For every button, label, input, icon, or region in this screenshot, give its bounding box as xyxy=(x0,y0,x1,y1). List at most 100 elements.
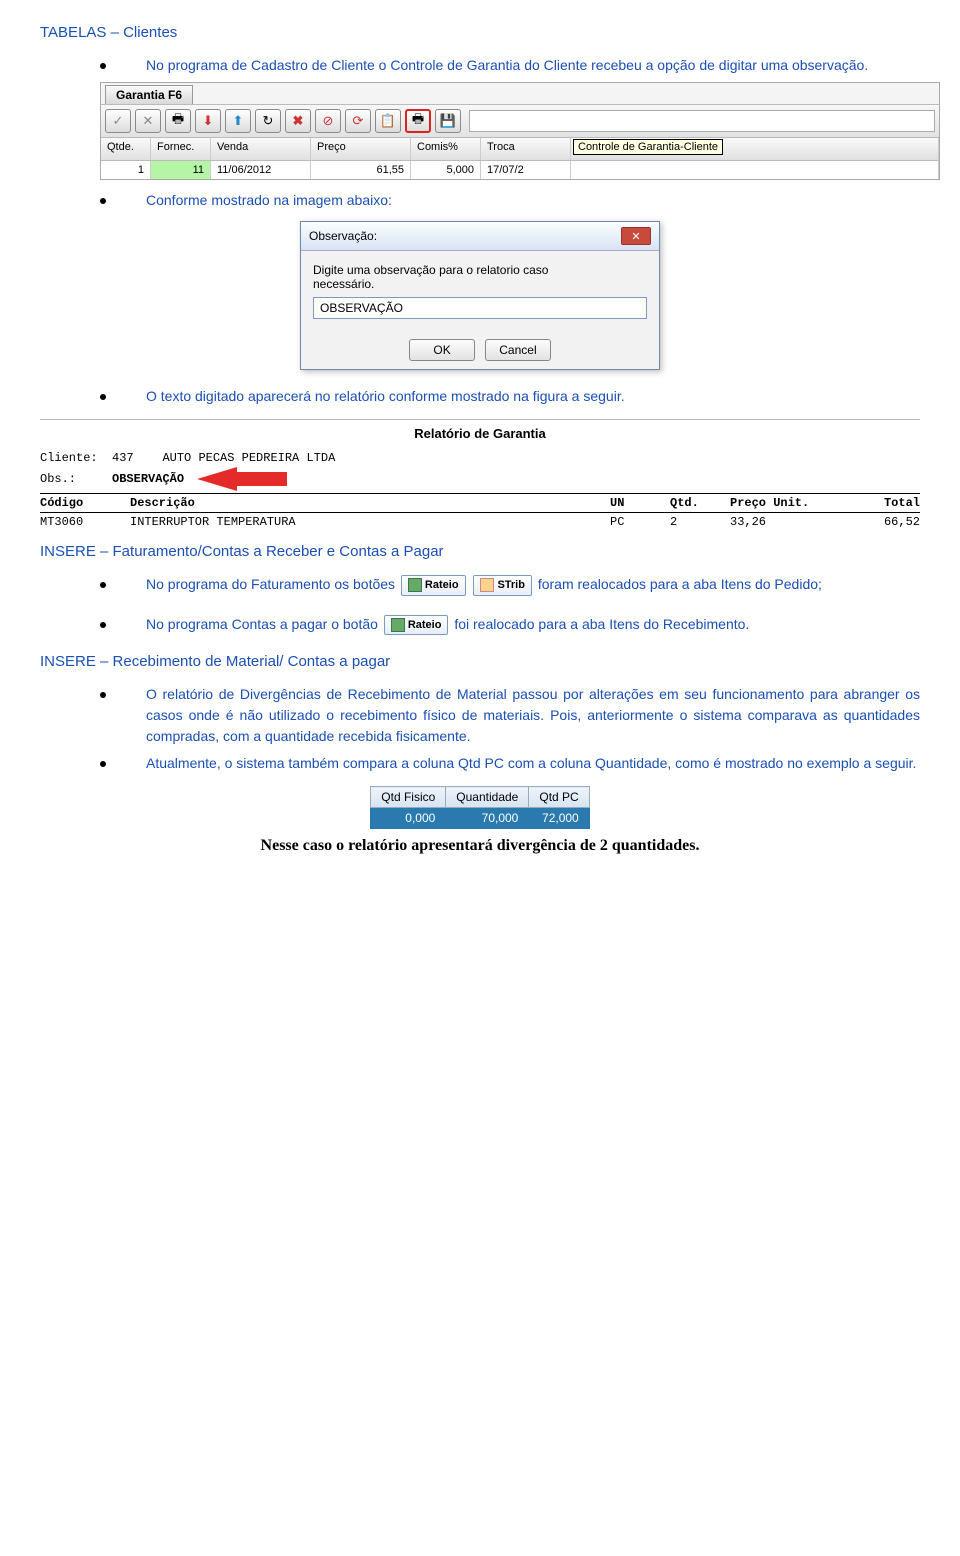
grid-row-1[interactable]: 1 11 11/06/2012 61,55 5,000 17/07/2 xyxy=(101,161,939,179)
b4b: foram realocados para a aba Itens do Ped… xyxy=(538,576,822,592)
save-disk-icon[interactable]: 💾 xyxy=(435,109,461,133)
report-row-1: MT3060 INTERRUPTOR TEMPERATURA PC 2 33,2… xyxy=(40,515,920,529)
cancel-button[interactable]: Cancel xyxy=(485,339,551,361)
cell-preco: 61,55 xyxy=(311,161,411,179)
b5b: foi realocado para a aba Itens do Recebi… xyxy=(454,616,749,632)
col-tooltip-area: Controle de Garantia-Cliente xyxy=(571,138,939,160)
separator xyxy=(40,419,920,420)
bullet-dot xyxy=(100,63,106,69)
cell-qtde: 1 xyxy=(101,161,151,179)
client-id: 437 xyxy=(112,451,134,465)
rd-qtd: 2 xyxy=(670,515,730,529)
dialog-title-text: Observação: xyxy=(309,229,377,243)
dialog-msg-2: necessário. xyxy=(313,277,647,291)
toolbar-row: ✓ ✕ 🖶 ⬇ ⬆ ↻ ✖ ⊘ ⟳ 📋 🖶 💾 xyxy=(101,104,939,137)
qv-quant: 70,000 xyxy=(446,808,529,829)
obs-value: OBSERVAÇÃO xyxy=(112,472,184,486)
print2-icon[interactable]: 🖶 xyxy=(405,109,431,133)
reload-icon[interactable]: ⟳ xyxy=(345,109,371,133)
report-hr xyxy=(40,493,920,494)
delete-x-icon[interactable]: ✖ xyxy=(285,109,311,133)
bullet-dot xyxy=(100,622,106,628)
col-preco: Preço xyxy=(311,138,411,160)
report-hr xyxy=(40,512,920,513)
dialog-observacao: Observação: ✕ Digite uma observação para… xyxy=(300,221,660,370)
qv-fisico: 0,000 xyxy=(371,808,446,829)
rateio-button[interactable]: Rateio xyxy=(401,575,466,596)
forbid-icon[interactable]: ⊘ xyxy=(315,109,341,133)
report-obs-line: Obs.: OBSERVAÇÃO xyxy=(40,467,920,491)
bullet-2: Conforme mostrado na imagem abaixo: xyxy=(100,190,920,211)
dialog-buttons: OK Cancel xyxy=(301,331,659,369)
rh-qtd: Qtd. xyxy=(670,496,730,510)
cell-rest xyxy=(571,161,939,179)
strib-button[interactable]: STrib xyxy=(473,575,532,596)
qty-table: Qtd Fisico Quantidade Qtd PC 0,000 70,00… xyxy=(370,786,589,829)
bullet-7-text: Atualmente, o sistema também compara a c… xyxy=(146,753,916,774)
qty-row[interactable]: 0,000 70,000 72,000 xyxy=(371,808,589,829)
cell-fornec: 11 xyxy=(151,161,211,179)
report-title: Relatório de Garantia xyxy=(40,426,920,441)
refresh-icon[interactable]: ↻ xyxy=(255,109,281,133)
rd-desc: INTERRUPTOR TEMPERATURA xyxy=(130,515,610,529)
obs-label: Obs.: xyxy=(40,472,76,486)
qh-quant: Quantidade xyxy=(446,787,529,808)
clipboard-icon[interactable]: 📋 xyxy=(375,109,401,133)
arrow-tail xyxy=(237,472,287,486)
qv-pc: 72,000 xyxy=(529,808,589,829)
printer-icon[interactable]: 🖶 xyxy=(165,109,191,133)
grid-header: Qtde. Fornec. Venda Preço Comis% Troca C… xyxy=(101,137,939,161)
col-fornec: Fornec. xyxy=(151,138,211,160)
footer-note: Nesse caso o relatório apresentará diver… xyxy=(40,837,920,855)
cell-comis: 5,000 xyxy=(411,161,481,179)
qh-pc: Qtd PC xyxy=(529,787,589,808)
section-heading-insere-fat: INSERE – Faturamento/Contas a Receber e … xyxy=(40,543,920,560)
bullet-7: Atualmente, o sistema também compara a c… xyxy=(100,753,920,774)
rateio-button-2[interactable]: Rateio xyxy=(384,615,449,636)
rh-cod: Código xyxy=(40,496,130,510)
bullet-dot xyxy=(100,761,106,767)
bullet-dot xyxy=(100,582,106,588)
cell-venda: 11/06/2012 xyxy=(211,161,311,179)
arrow-red-icon xyxy=(197,467,237,491)
rd-cod: MT3060 xyxy=(40,515,130,529)
bullet-dot xyxy=(100,692,106,698)
col-comis: Comis% xyxy=(411,138,481,160)
bullet-6-text: O relatório de Divergências de Recebimen… xyxy=(146,684,920,747)
toolbar-search-input[interactable] xyxy=(469,110,935,132)
col-qtde: Qtde. xyxy=(101,138,151,160)
rh-desc: Descrição xyxy=(130,496,610,510)
bullet-4: No programa do Faturamento os botões Rat… xyxy=(100,574,920,596)
report-client-line: Cliente: 437 AUTO PECAS PEDREIRA LTDA xyxy=(40,451,920,465)
bullet-1: No programa de Cadastro de Cliente o Con… xyxy=(100,55,920,76)
client-name: AUTO PECAS PEDREIRA LTDA xyxy=(162,451,335,465)
observation-input[interactable] xyxy=(313,297,647,319)
report-columns: Código Descrição UN Qtd. Preço Unit. Tot… xyxy=(40,496,920,510)
bullet-2-text: Conforme mostrado na imagem abaixo: xyxy=(146,190,392,211)
tooltip-garantia: Controle de Garantia-Cliente xyxy=(573,139,723,155)
ok-button[interactable]: OK xyxy=(409,339,475,361)
b5a: No programa Contas a pagar o botão xyxy=(146,616,382,632)
app-toolbar-screenshot: Garantia F6 ✓ ✕ 🖶 ⬇ ⬆ ↻ ✖ ⊘ ⟳ 📋 🖶 💾 Qtde… xyxy=(100,82,940,180)
close-icon[interactable]: ✕ xyxy=(621,227,651,245)
bullet-1-text: No programa de Cadastro de Cliente o Con… xyxy=(146,55,868,76)
bullet-3-text: O texto digitado aparecerá no relatório … xyxy=(146,386,625,407)
tab-garantia[interactable]: Garantia F6 xyxy=(105,85,193,104)
bullet-dot xyxy=(100,394,106,400)
bullet-5-text: No programa Contas a pagar o botão Ratei… xyxy=(146,614,749,636)
rd-pu: 33,26 xyxy=(730,515,840,529)
rd-tot: 66,52 xyxy=(840,515,920,529)
export-up-icon[interactable]: ⬆ xyxy=(225,109,251,133)
rh-pu: Preço Unit. xyxy=(730,496,840,510)
bullet-3: O texto digitado aparecerá no relatório … xyxy=(100,386,920,407)
dialog-msg-1: Digite uma observação para o relatorio c… xyxy=(313,263,647,277)
col-troca: Troca xyxy=(481,138,571,160)
col-venda: Venda xyxy=(211,138,311,160)
b4a: No programa do Faturamento os botões xyxy=(146,576,399,592)
confirm-icon[interactable]: ✓ xyxy=(105,109,131,133)
rh-tot: Total xyxy=(840,496,920,510)
report-garantia: Relatório de Garantia Cliente: 437 AUTO … xyxy=(40,426,920,529)
export-down-icon[interactable]: ⬇ xyxy=(195,109,221,133)
cell-troca: 17/07/2 xyxy=(481,161,571,179)
cancel-x-icon[interactable]: ✕ xyxy=(135,109,161,133)
